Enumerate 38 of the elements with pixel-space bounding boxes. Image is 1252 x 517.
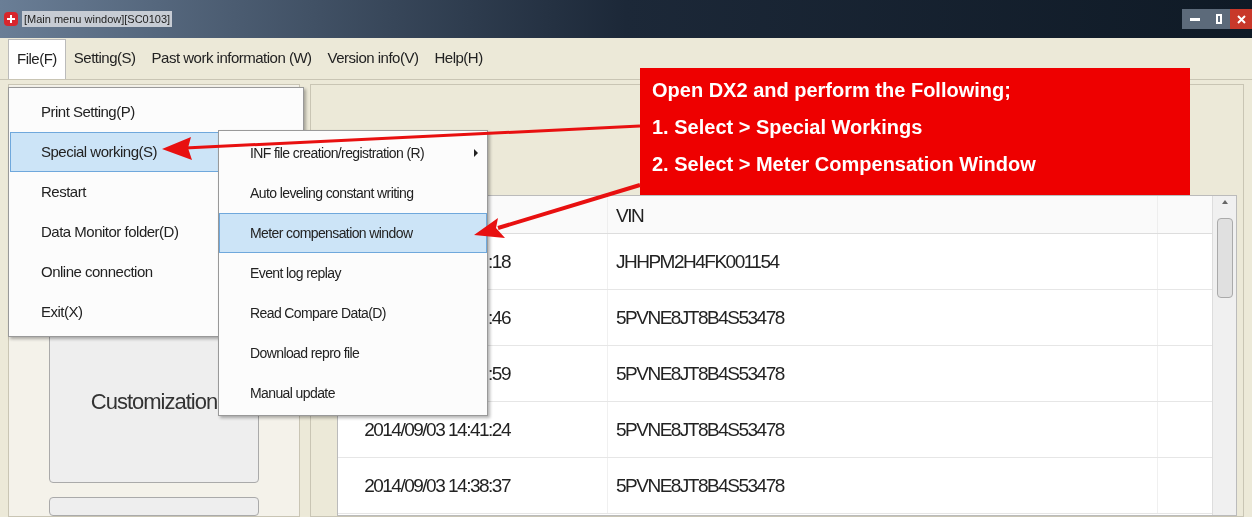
table-cell-text: :46	[488, 306, 510, 330]
app-icon	[4, 12, 18, 26]
menu-option-label: Auto leveling constant writing	[250, 183, 414, 203]
menu-option-label: Meter compensation window	[250, 223, 413, 243]
menu-item[interactable]: Past work information (W)	[143, 38, 320, 79]
close-icon	[1236, 14, 1246, 24]
menu-option[interactable]: Meter compensation window	[219, 213, 487, 253]
menu-option[interactable]: Print Setting(P)	[10, 92, 302, 132]
column-header: VIN	[608, 196, 1158, 233]
maximize-button[interactable]	[1208, 9, 1230, 29]
menu-option-label: Read Compare Data(D)	[250, 303, 386, 323]
table-cell-text: :18	[488, 250, 510, 274]
close-button[interactable]	[1230, 9, 1252, 29]
table-cell: JHHPM2H4FK001154	[616, 251, 779, 272]
scroll-up-icon[interactable]	[1221, 200, 1228, 204]
table-cell: 5PVNE8JT8B4S53478	[616, 419, 784, 440]
table-cell-text: :59	[488, 362, 510, 386]
scrollbar[interactable]	[1212, 196, 1236, 515]
menu-option[interactable]: Event log replay	[219, 253, 487, 293]
callout-text: 2. Select > Meter Compensation Window	[652, 152, 1037, 177]
table-cell-text: 2014/09/03 14:38:37	[364, 474, 510, 498]
menu-item[interactable]: Version info(V)	[319, 38, 427, 79]
window-title: [Main menu window][SC0103]	[22, 10, 173, 28]
callout-text: Open DX2 and perform the Following;	[652, 78, 1012, 103]
menu-item[interactable]: Setting(S)	[65, 38, 144, 79]
minimize-button[interactable]	[1182, 9, 1208, 29]
minimize-icon	[1190, 17, 1200, 21]
table-cell: 5PVNE8JT8B4S53478	[616, 475, 784, 496]
table-cell: 5PVNE8JT8B4S53478	[616, 307, 784, 328]
maximize-icon	[1216, 14, 1222, 24]
menu-option[interactable]: Auto leveling constant writing	[219, 173, 487, 213]
menu-option-label: Event log replay	[250, 263, 341, 283]
table-cell-text: 2014/09/03 14:41:24	[364, 418, 510, 442]
menu-item[interactable]: File(F)	[8, 38, 66, 79]
menu-item[interactable]: Help(H)	[426, 38, 491, 79]
callout-text: 1. Select > Special Workings	[652, 115, 924, 140]
table-cell: 5PVNE8JT8B4S53478	[616, 363, 784, 384]
scroll-thumb[interactable]	[1216, 218, 1233, 298]
